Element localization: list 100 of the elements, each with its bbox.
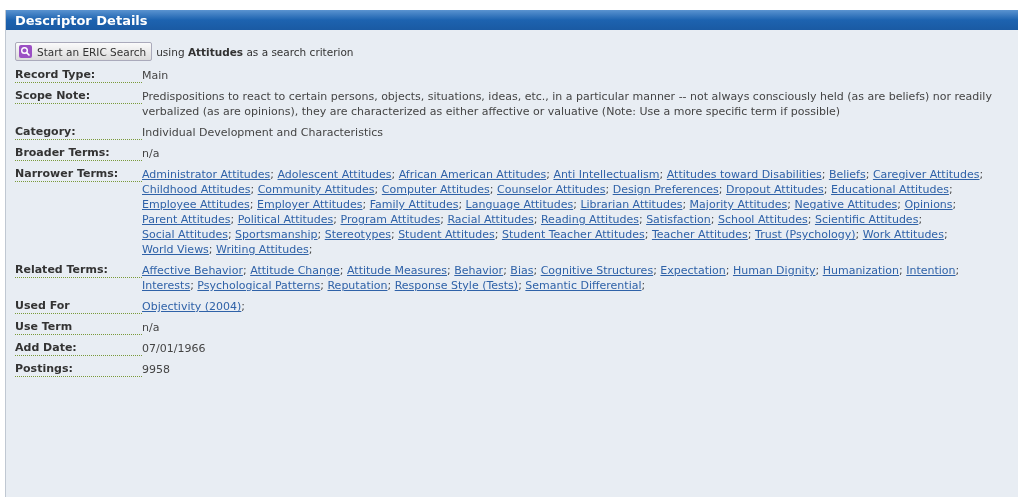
term-separator: ; bbox=[573, 198, 577, 211]
term-link[interactable]: Trust (Psychology) bbox=[755, 228, 856, 241]
term-separator: ; bbox=[533, 264, 538, 277]
term-separator: ; bbox=[390, 228, 395, 241]
term-separator: ; bbox=[710, 213, 715, 226]
term-separator: ; bbox=[440, 213, 444, 226]
term-link[interactable]: Sportsmanship bbox=[235, 228, 318, 241]
term-separator: ; bbox=[897, 198, 901, 211]
field-label: Category: bbox=[15, 125, 142, 140]
term-link[interactable]: Community Attitudes bbox=[257, 183, 375, 196]
term-link[interactable]: Reading Attitudes bbox=[540, 213, 639, 226]
term-separator: ; bbox=[230, 213, 235, 226]
term-link[interactable]: Design Preferences bbox=[612, 183, 719, 196]
term-link[interactable]: Intention bbox=[906, 264, 956, 277]
field-label: Use Term bbox=[15, 320, 142, 335]
term-separator: ; bbox=[943, 228, 948, 241]
term-separator: ; bbox=[955, 264, 960, 277]
term-separator: ; bbox=[638, 213, 643, 226]
term-separator: ; bbox=[242, 264, 247, 277]
term-link[interactable]: Computer Attitudes bbox=[381, 183, 490, 196]
field-label: Related Terms: bbox=[15, 263, 142, 278]
term-link[interactable]: Writing Attitudes bbox=[216, 243, 309, 256]
field-value: Individual Development and Characteristics bbox=[142, 126, 384, 139]
term-separator: ; bbox=[821, 168, 826, 181]
term-separator: ; bbox=[447, 264, 451, 277]
term-link[interactable]: Work Attitudes bbox=[862, 228, 944, 241]
term-link[interactable]: Satisfaction bbox=[646, 213, 711, 226]
term-link[interactable]: Social Attitudes bbox=[142, 228, 228, 241]
search-hint: using Attitudes as a search criterion bbox=[156, 45, 354, 58]
term-separator: ; bbox=[374, 183, 379, 196]
term-separator: ; bbox=[250, 183, 255, 196]
term-separator: ; bbox=[659, 168, 664, 181]
term-link[interactable]: Employer Attitudes bbox=[257, 198, 363, 211]
term-separator: ; bbox=[823, 183, 828, 196]
search-button[interactable]: Start an ERIC Search bbox=[15, 42, 153, 61]
term-separator: ; bbox=[362, 198, 367, 211]
term-link[interactable]: Attitudes toward Disabilities bbox=[666, 168, 822, 181]
term-link[interactable]: School Attitudes bbox=[717, 213, 808, 226]
term-separator: ; bbox=[518, 279, 522, 292]
field-value: Main bbox=[142, 69, 169, 82]
term-separator: ; bbox=[747, 228, 752, 241]
term-separator: ; bbox=[815, 264, 820, 277]
term-link[interactable]: Caregiver Attitudes bbox=[872, 168, 980, 181]
term-link[interactable]: Beliefs bbox=[828, 168, 866, 181]
term-separator: ; bbox=[787, 198, 792, 211]
field-value: n/a bbox=[142, 321, 160, 334]
term-link[interactable]: Semantic Differential bbox=[525, 279, 642, 292]
term-separator: ; bbox=[241, 300, 246, 313]
term-separator: ; bbox=[317, 228, 322, 241]
term-link[interactable]: Expectation bbox=[660, 264, 726, 277]
field-value: Predispositions to react to certain persons, objects, situations, ideas, etc., in a particular manner -- not always consciously held (as are beliefs) nor readily verbalized (as are opinions), they are characterized as either affective or valuative (Note: Use a more specific term if possible) bbox=[142, 90, 992, 118]
search-icon bbox=[19, 45, 32, 58]
term-separator: ; bbox=[308, 243, 313, 256]
term-link[interactable]: Parent Attitudes bbox=[142, 213, 231, 226]
term-link[interactable]: Humanization bbox=[822, 264, 899, 277]
term-link[interactable]: Teacher Attitudes bbox=[651, 228, 748, 241]
term-separator: ; bbox=[865, 168, 870, 181]
term-separator: ; bbox=[208, 243, 213, 256]
term-link[interactable]: Opinions bbox=[904, 198, 953, 211]
field-label: Scope Note: bbox=[15, 89, 142, 104]
field-value: 07/01/1966 bbox=[142, 342, 206, 355]
term-link[interactable]: Response Style (Tests) bbox=[394, 279, 519, 292]
term-separator: ; bbox=[339, 264, 344, 277]
term-separator: ; bbox=[653, 264, 657, 277]
term-separator: ; bbox=[227, 228, 232, 241]
term-separator: ; bbox=[952, 198, 957, 211]
field-label: Used For bbox=[15, 299, 142, 314]
term-link[interactable]: Racial Attitudes bbox=[447, 213, 534, 226]
field-label: Add Date: bbox=[15, 341, 142, 356]
term-separator: ; bbox=[458, 198, 463, 211]
term-link[interactable]: Attitude Change bbox=[250, 264, 340, 277]
term-separator: ; bbox=[682, 198, 687, 211]
term-separator: ; bbox=[494, 228, 499, 241]
term-separator: ; bbox=[948, 183, 953, 196]
term-separator: ; bbox=[807, 213, 812, 226]
term-separator: ; bbox=[979, 168, 984, 181]
term-separator: ; bbox=[270, 168, 274, 181]
term-link[interactable]: World Views bbox=[142, 243, 209, 256]
term-separator: ; bbox=[249, 198, 254, 211]
term-link[interactable]: Dropout Attitudes bbox=[726, 183, 824, 196]
term-link[interactable]: Educational Attitudes bbox=[831, 183, 949, 196]
term-separator: ; bbox=[546, 168, 550, 181]
term-separator: ; bbox=[533, 213, 538, 226]
term-link[interactable]: Employee Attitudes bbox=[142, 198, 250, 211]
term-link[interactable]: Student Teacher Attitudes bbox=[501, 228, 645, 241]
term-link[interactable]: Stereotypes bbox=[324, 228, 391, 241]
term-separator: ; bbox=[855, 228, 860, 241]
term-separator: ; bbox=[641, 279, 646, 292]
field-label: Record Type: bbox=[15, 68, 142, 83]
field-value: 9958 bbox=[142, 363, 170, 376]
field-label: Postings: bbox=[15, 362, 142, 377]
term-separator: ; bbox=[320, 279, 324, 292]
term-separator: ; bbox=[718, 183, 723, 196]
term-separator: ; bbox=[503, 264, 507, 277]
panel-title: Descriptor Details bbox=[15, 12, 148, 28]
term-link[interactable]: Affective Behavior bbox=[142, 264, 243, 277]
field-label: Broader Terms: bbox=[15, 146, 142, 161]
term-link[interactable]: Student Attitudes bbox=[398, 228, 495, 241]
term-separator: ; bbox=[391, 168, 396, 181]
term-link[interactable]: Anti Intellectualism bbox=[553, 168, 660, 181]
